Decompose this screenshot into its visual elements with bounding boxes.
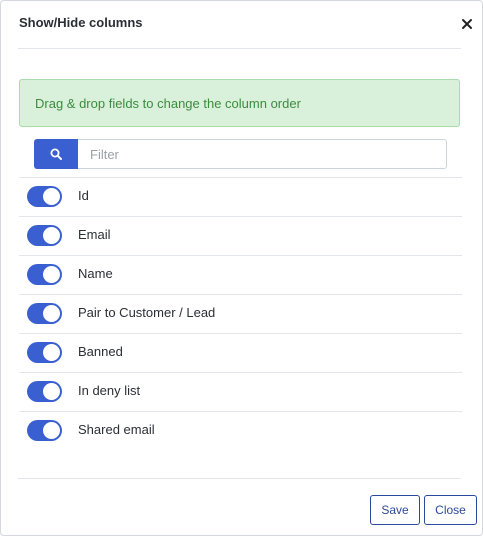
close-icon[interactable] [459,16,475,32]
list-item[interactable]: In deny list [19,372,462,411]
column-label: Pair to Customer / Lead [78,305,216,320]
filter-input[interactable] [78,139,447,169]
column-label: Id [78,188,89,203]
filter-row [34,139,447,169]
column-label: In deny list [78,383,141,398]
list-item[interactable]: Shared email [19,411,462,450]
list-item[interactable]: Banned [19,333,462,372]
column-toggle[interactable] [27,420,62,441]
close-button[interactable]: Close [424,495,477,525]
modal-title: Show/Hide columns [19,15,143,30]
list-item[interactable]: Id [19,177,462,216]
column-label: Name [78,266,113,281]
column-list: Id Email Name Pair to Customer / Lead Ba… [19,177,462,450]
column-toggle[interactable] [27,381,62,402]
info-alert: Drag & drop fields to change the column … [19,79,460,127]
list-item[interactable]: Pair to Customer / Lead [19,294,462,333]
column-toggle[interactable] [27,264,62,285]
column-label: Shared email [78,422,155,437]
search-button[interactable] [34,139,78,169]
column-toggle[interactable] [27,303,62,324]
toggle-knob [43,383,60,400]
toggle-knob [43,344,60,361]
show-hide-columns-modal: Show/Hide columns Drag & drop fields to … [0,0,483,536]
toggle-knob [43,266,60,283]
search-icon [50,148,62,160]
footer-divider [18,478,461,479]
column-toggle[interactable] [27,225,62,246]
info-text: Drag & drop fields to change the column … [35,96,301,111]
save-button[interactable]: Save [370,495,420,525]
toggle-knob [43,188,60,205]
column-toggle[interactable] [27,342,62,363]
list-item[interactable]: Email [19,216,462,255]
column-label: Email [78,227,111,242]
column-label: Banned [78,344,123,359]
toggle-knob [43,422,60,439]
toggle-knob [43,227,60,244]
modal-header: Show/Hide columns [18,1,472,49]
column-toggle[interactable] [27,186,62,207]
toggle-knob [43,305,60,322]
list-item[interactable]: Name [19,255,462,294]
